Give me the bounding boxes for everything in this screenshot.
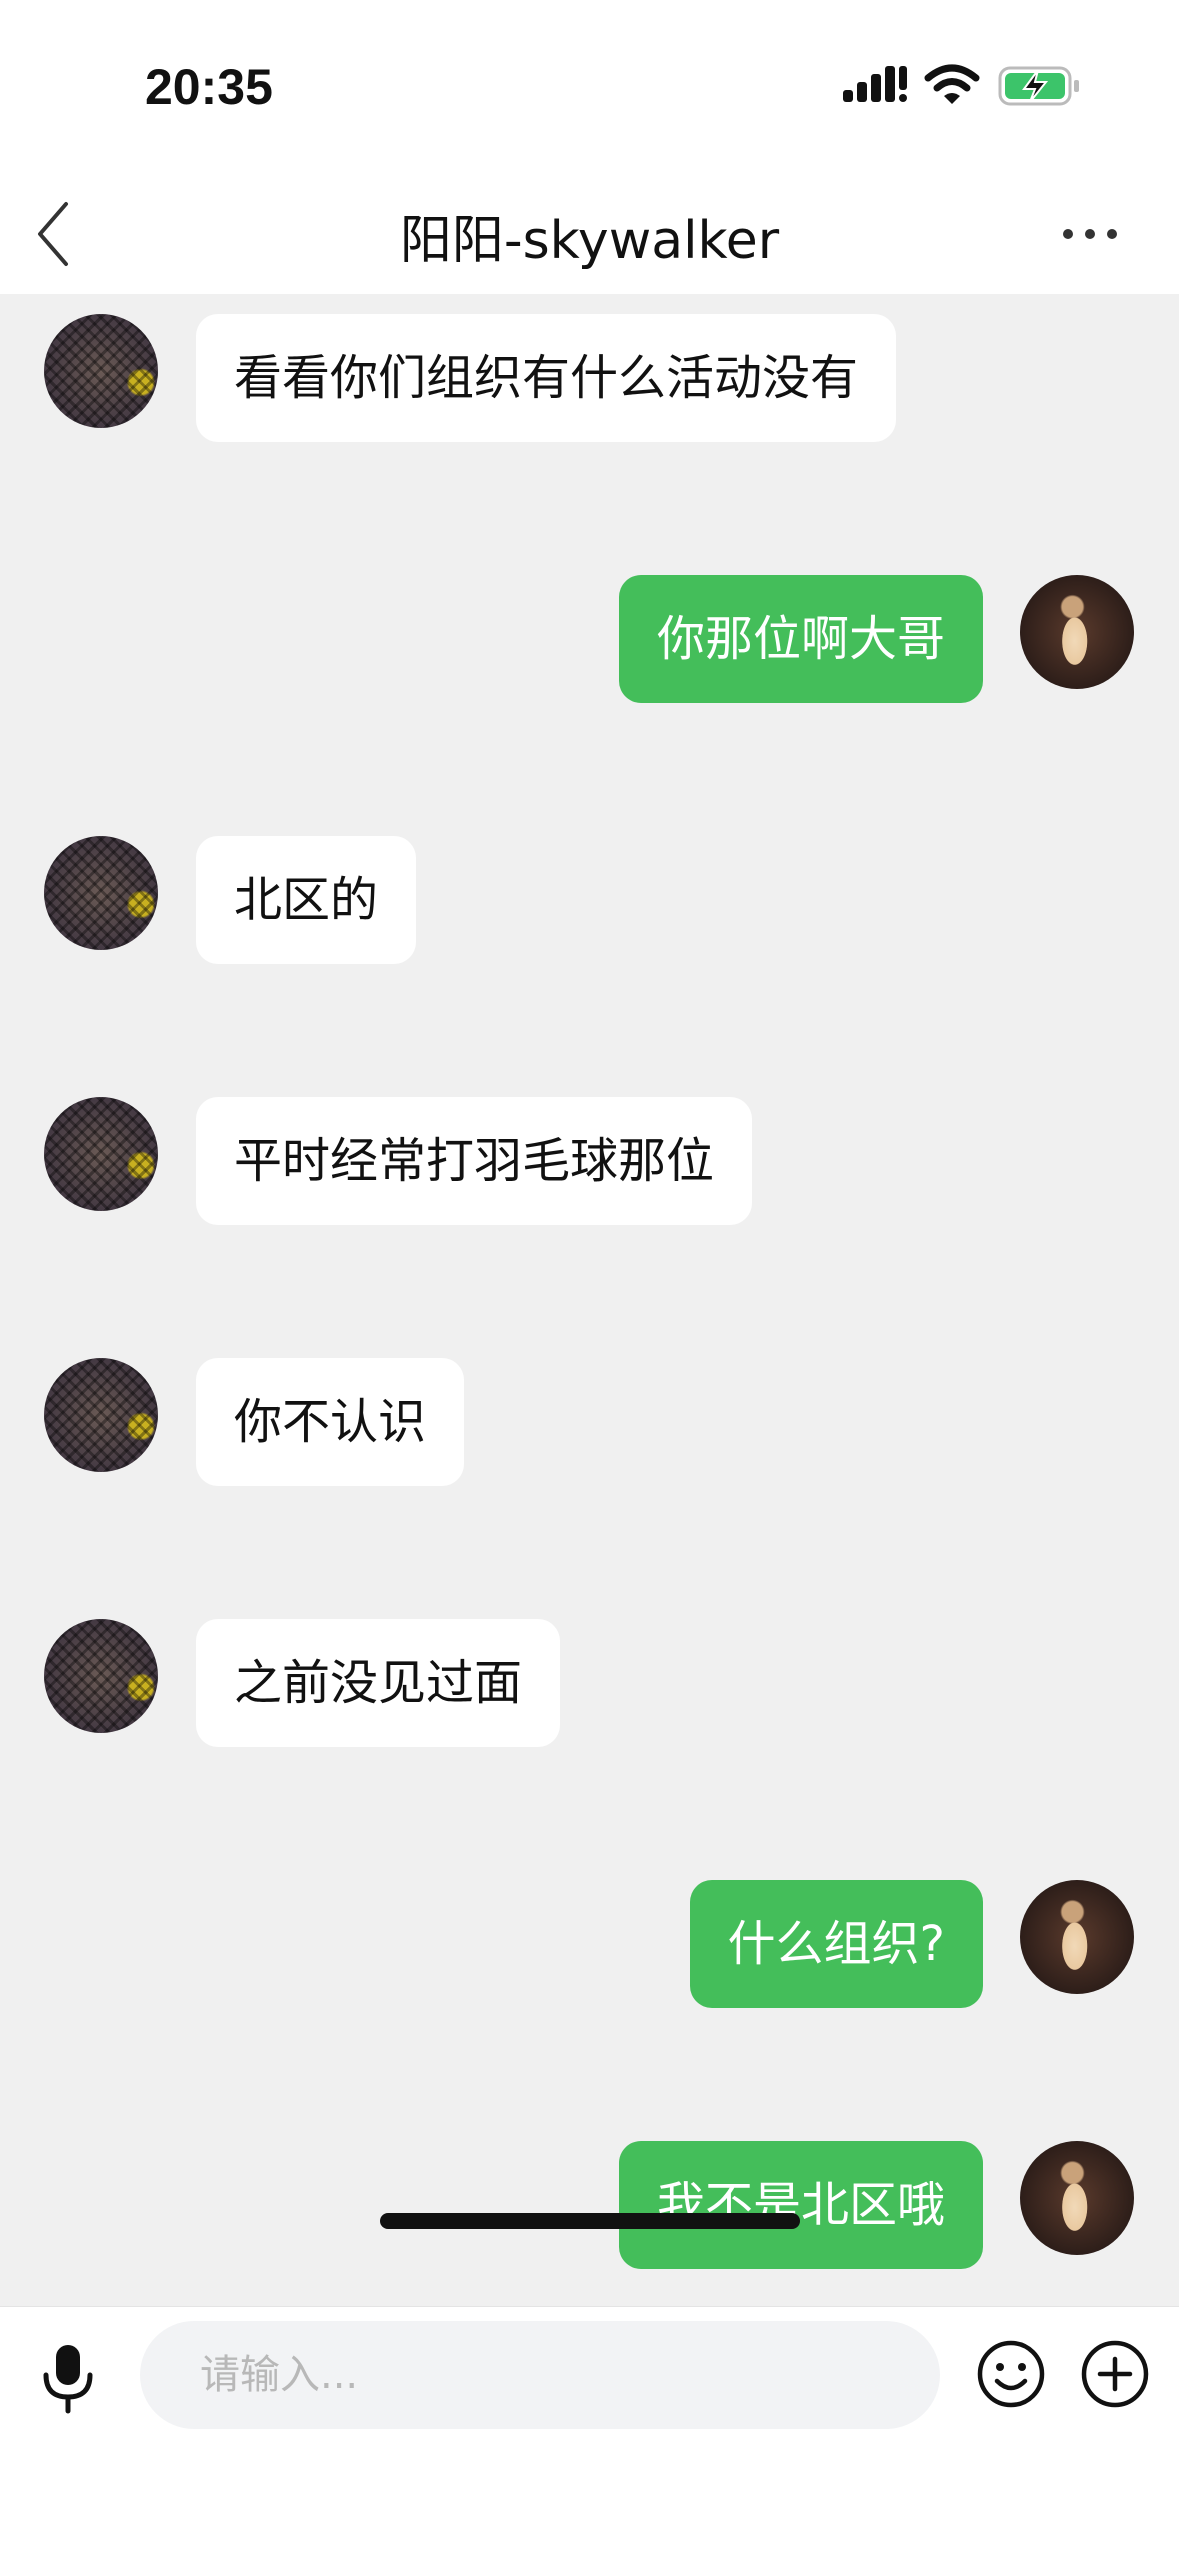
user-avatar[interactable] [1020,1880,1134,1994]
status-time: 20:35 [145,59,273,115]
plus-icon[interactable] [1080,2339,1150,2409]
contact-avatar[interactable] [44,836,158,950]
outgoing-message-bubble[interactable]: 我不是北区哦 [618,2141,983,2269]
battery-charging-icon [998,66,1079,106]
ellipsis-icon[interactable] [1058,214,1122,254]
wifi-icon [924,64,980,104]
user-avatar[interactable] [1020,575,1134,689]
emoji-icon[interactable] [976,2339,1046,2409]
status-bar: 20:35 [0,0,1179,170]
input-bar [0,2306,1179,2556]
home-indicator[interactable] [380,2213,800,2229]
message-list[interactable]: 看看你们组织有什么活动没有 你那位啊大哥 北区的 平时经常打羽毛球那位 你不认识… [0,294,1179,2306]
outgoing-message-bubble[interactable]: 你那位啊大哥 [618,575,983,703]
microphone-icon[interactable] [36,2341,100,2417]
outgoing-message-bubble[interactable]: 什么组织? [689,1880,983,2008]
chat-title: 阳阳-skywalker [399,211,780,271]
incoming-message-bubble[interactable]: 看看你们组织有什么活动没有 [196,314,897,442]
incoming-message-bubble[interactable]: 你不认识 [196,1358,465,1486]
navigation-bar: 阳阳-skywalker [0,170,1179,294]
user-avatar[interactable] [1020,2141,1134,2255]
incoming-message-bubble[interactable]: 之前没见过面 [196,1619,561,1747]
incoming-message-bubble[interactable]: 平时经常打羽毛球那位 [196,1097,753,1225]
message-input[interactable] [140,2321,940,2429]
contact-avatar[interactable] [44,1097,158,1211]
cellular-signal-icon [843,66,907,102]
contact-avatar[interactable] [44,1619,158,1733]
incoming-message-bubble[interactable]: 北区的 [196,836,417,964]
contact-avatar[interactable] [44,314,158,428]
contact-avatar[interactable] [44,1358,158,1472]
